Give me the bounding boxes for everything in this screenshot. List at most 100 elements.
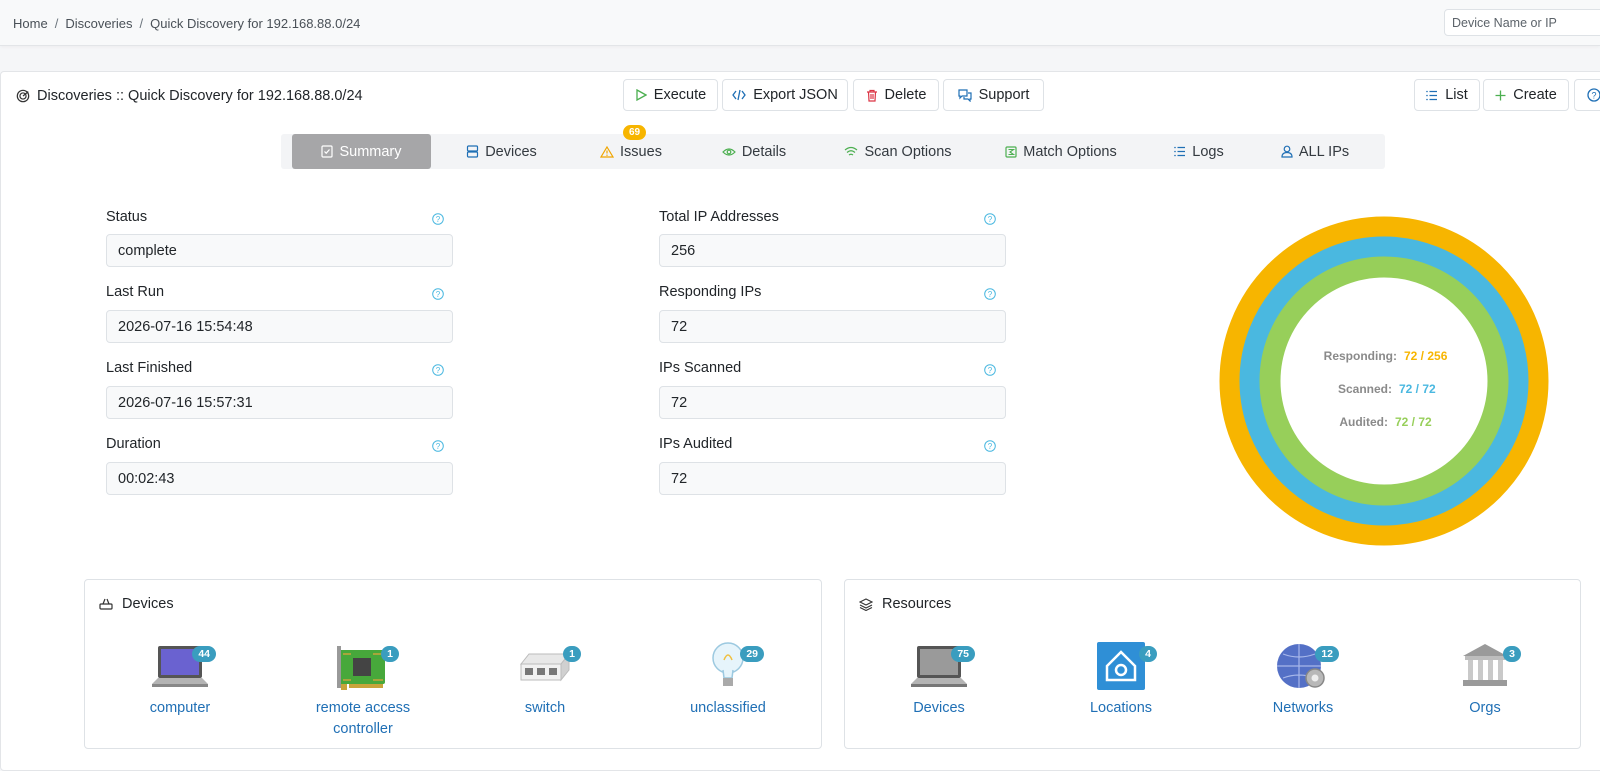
export-json-button[interactable]: Export JSON	[722, 79, 848, 111]
delete-button[interactable]: Delete	[853, 79, 939, 111]
svg-text:?: ?	[988, 290, 993, 299]
tab-logs[interactable]: Logs	[1144, 134, 1254, 169]
device-type-computer[interactable]: 44 computer	[105, 640, 255, 719]
ips-scanned-label: IPs Scanned	[659, 360, 742, 376]
discovery-progress-donut: Responding: 72 / 256 Scanned: 72 / 72 Au…	[1219, 216, 1549, 546]
tab-label: Scan Options	[864, 143, 952, 160]
resource-networks[interactable]: 12 Networks	[1228, 640, 1378, 719]
eye-icon	[721, 147, 736, 156]
help-icon[interactable]: ?	[432, 440, 444, 452]
status-label: Status	[106, 209, 148, 225]
devices-panel-title: Devices	[99, 596, 174, 612]
wifi-icon	[845, 146, 858, 156]
help-icon[interactable]: ?	[984, 440, 996, 452]
audited-value: 72 / 72	[1395, 415, 1432, 429]
create-button[interactable]: Create	[1483, 79, 1569, 111]
layers-icon	[859, 597, 873, 611]
breadcrumb-home[interactable]: Home	[13, 16, 48, 31]
tile-label[interactable]: unclassified	[653, 698, 803, 719]
count-badge: 1	[563, 646, 581, 662]
tile-label[interactable]: switch	[470, 698, 620, 719]
list-icon	[1174, 146, 1186, 157]
resource-orgs[interactable]: 3 Orgs	[1410, 640, 1560, 719]
scanned-ring	[1239, 236, 1529, 526]
code-icon	[732, 89, 746, 101]
router-icon	[99, 598, 113, 610]
breadcrumb-discoveries[interactable]: Discoveries	[65, 16, 132, 31]
tab-label: Issues	[620, 143, 662, 160]
ips-scanned-field[interactable]: 72	[659, 386, 1006, 419]
tab-summary[interactable]: Summary	[292, 134, 431, 169]
duration-field[interactable]: 00:02:43	[106, 462, 453, 495]
tab-label: Devices	[485, 143, 537, 160]
tab-all-ips[interactable]: ALL IPs	[1254, 134, 1376, 169]
status-field[interactable]: complete	[106, 234, 453, 267]
page-title: Discoveries :: Quick Discovery for 192.1…	[16, 88, 363, 104]
responding-ips-field[interactable]: 72	[659, 310, 1006, 343]
audited-label: Audited:	[1339, 415, 1388, 429]
tab-devices[interactable]: Devices	[431, 134, 572, 169]
breadcrumb-current: Quick Discovery for 192.168.88.0/24	[150, 16, 361, 31]
resource-devices[interactable]: 75 Devices	[864, 640, 1014, 719]
resources-panel: Resources 75 Devices 4 Locations 12 Netw…	[844, 579, 1581, 749]
trash-icon	[866, 89, 877, 102]
last-finished-field[interactable]: 2026-07-16 15:57:31	[106, 386, 453, 419]
delete-label: Delete	[884, 87, 927, 103]
list-icon	[1426, 90, 1438, 100]
tile-label[interactable]: Networks	[1228, 698, 1378, 719]
responding-value: 72 / 256	[1404, 349, 1448, 363]
help-icon[interactable]: ?	[432, 364, 444, 376]
svg-text:?: ?	[1591, 91, 1596, 101]
help-icon[interactable]: ?	[432, 288, 444, 300]
tab-label: Summary	[339, 143, 402, 160]
svg-text:?: ?	[436, 442, 441, 451]
help-button[interactable]: ?	[1574, 79, 1600, 111]
last-run-field[interactable]: 2026-07-16 15:54:48	[106, 310, 453, 343]
total-ips-field[interactable]: 256	[659, 234, 1006, 267]
count-badge: 3	[1503, 646, 1521, 662]
resource-locations[interactable]: 4 Locations	[1046, 640, 1196, 719]
match-icon	[1005, 145, 1017, 158]
tab-match-options[interactable]: Match Options	[978, 134, 1144, 169]
device-type-remote-access-controller[interactable]: 1 remote access controller	[288, 640, 438, 740]
responding-ips-label: Responding IPs	[659, 284, 762, 300]
breadcrumb: Home / Discoveries / Quick Discovery for…	[13, 16, 360, 31]
tile-label[interactable]: remote access controller	[288, 698, 438, 740]
device-type-unclassified[interactable]: 29 unclassified	[653, 640, 803, 719]
export-json-label: Export JSON	[753, 87, 838, 103]
tile-label[interactable]: Devices	[864, 698, 1014, 719]
svg-text:?: ?	[436, 366, 441, 375]
device-type-switch[interactable]: 1 switch	[470, 640, 620, 719]
devices-icon	[467, 145, 479, 158]
tab-label: Match Options	[1023, 143, 1117, 160]
help-icon[interactable]: ?	[432, 213, 444, 225]
help-icon[interactable]: ?	[984, 213, 996, 225]
tab-scan-options[interactable]: Scan Options	[818, 134, 978, 169]
list-label: List	[1445, 87, 1468, 103]
help-icon[interactable]: ?	[984, 364, 996, 376]
count-badge: 29	[740, 646, 764, 662]
total-ips-label: Total IP Addresses	[659, 209, 779, 225]
tile-label[interactable]: Orgs	[1410, 698, 1560, 719]
play-icon	[636, 89, 647, 101]
count-badge: 44	[192, 646, 216, 662]
summary-icon	[321, 145, 334, 158]
svg-text:?: ?	[436, 215, 441, 224]
svg-text:?: ?	[988, 442, 993, 451]
tab-details[interactable]: Details	[690, 134, 818, 169]
execute-label: Execute	[653, 87, 707, 103]
tile-label[interactable]: Locations	[1046, 698, 1196, 719]
help-icon[interactable]: ?	[984, 288, 996, 300]
page-title-text: Discoveries :: Quick Discovery for 192.1…	[37, 88, 363, 104]
responding-label: Responding:	[1324, 349, 1397, 363]
list-button[interactable]: List	[1414, 79, 1480, 111]
devices-panel: Devices 44 computer 1 remote access cont…	[84, 579, 822, 749]
device-search-input[interactable]	[1444, 9, 1600, 36]
user-icon	[1281, 145, 1293, 158]
support-button[interactable]: Support	[943, 79, 1044, 111]
support-label: Support	[978, 87, 1030, 103]
ips-audited-field[interactable]: 72	[659, 462, 1006, 495]
execute-button[interactable]: Execute	[623, 79, 718, 111]
tile-label[interactable]: computer	[105, 698, 255, 719]
issues-count-badge: 69	[623, 125, 647, 140]
